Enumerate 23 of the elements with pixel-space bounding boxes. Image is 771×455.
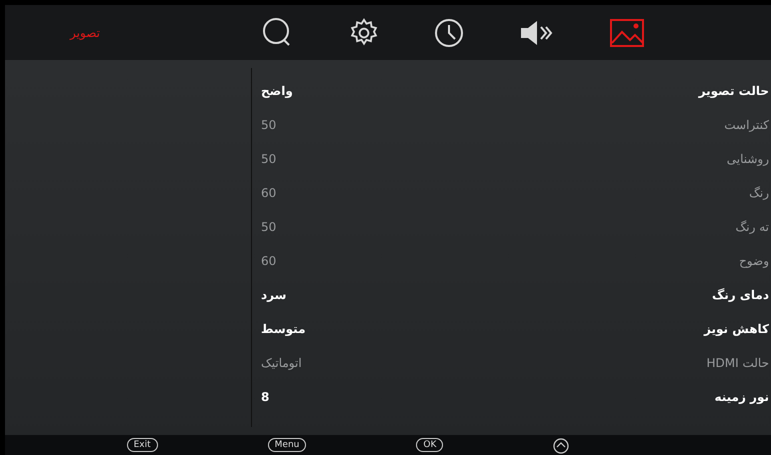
- arrow-circle-icon: [553, 438, 570, 454]
- setting-label[interactable]: حالت تصویر: [698, 82, 769, 100]
- settings-icon[interactable]: [349, 18, 379, 48]
- menu-title: تصویر: [70, 24, 100, 42]
- clock-icon[interactable]: [434, 18, 464, 48]
- setting-label[interactable]: دمای رنگ: [712, 286, 769, 304]
- setting-value: واضح: [261, 83, 293, 100]
- setting-value: سرد: [261, 287, 286, 304]
- remote-key: Exit: [126, 438, 158, 452]
- setting-label[interactable]: کاهش نویز: [704, 320, 769, 338]
- remote-key: Menu: [268, 438, 306, 452]
- setting-value: اتوماتیک: [261, 355, 302, 372]
- setting-value: 60: [261, 253, 276, 270]
- setting-value: 8: [261, 389, 270, 406]
- setting-value: 50: [261, 117, 276, 134]
- setting-value: 60: [261, 185, 276, 202]
- speaker-icon[interactable]: [519, 20, 555, 46]
- picture-icon[interactable]: [610, 18, 644, 46]
- remote-key: OK: [416, 438, 444, 452]
- setting-value: 50: [261, 151, 276, 168]
- setting-value: 50: [261, 219, 276, 236]
- setting-label[interactable]: نور زمینه: [714, 388, 769, 406]
- setting-value: متوسط: [261, 321, 306, 338]
